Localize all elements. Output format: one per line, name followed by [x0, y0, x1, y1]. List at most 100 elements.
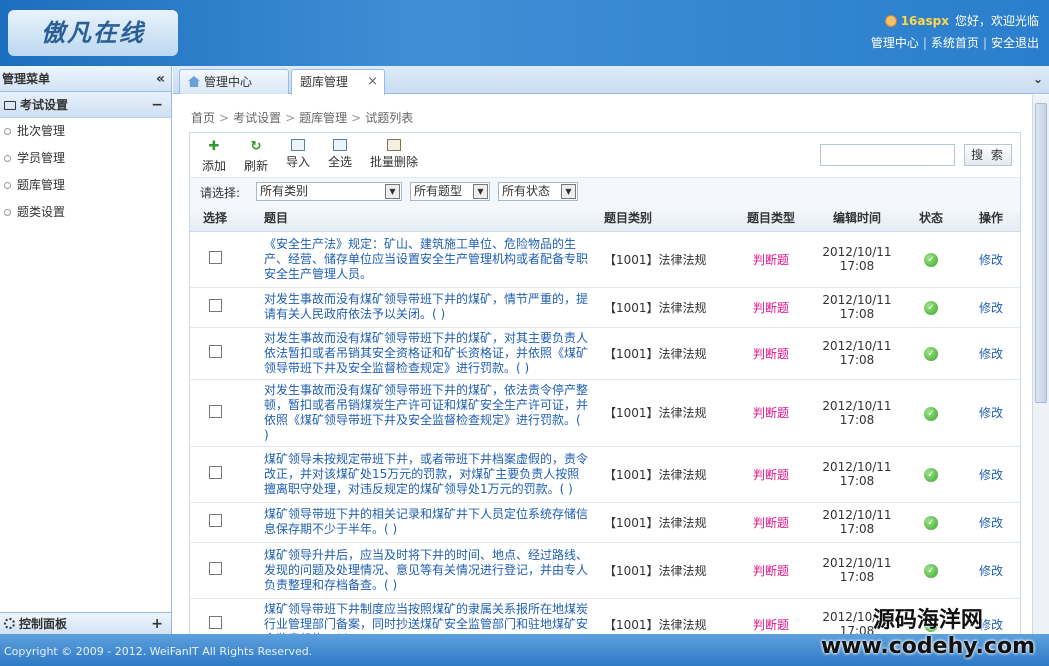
close-tab-icon[interactable]: ×	[367, 70, 378, 94]
question-category: 【1001】法律法规	[598, 598, 728, 634]
tab-admin-center[interactable]: 管理中心	[179, 69, 289, 94]
status-select[interactable]: 所有状态 ▼	[498, 182, 578, 201]
row-checkbox[interactable]	[208, 404, 222, 418]
breadcrumb-home[interactable]: 首页	[191, 111, 215, 125]
edit-date: 2012/10/11	[822, 245, 892, 259]
sidebar-item-students[interactable]: 学员管理	[0, 145, 171, 172]
control-panel-label: 控制面板	[19, 617, 68, 631]
question-title[interactable]: 《安全生产法》规定：矿山、建筑施工单位、危险物品的生产、经营、储存单位应当设置安…	[240, 231, 598, 288]
col-header-type[interactable]: 题目类型	[728, 205, 814, 232]
batch-delete-button[interactable]: 批量删除	[370, 139, 418, 170]
expand-icon[interactable]: +	[151, 613, 163, 635]
link-system-home[interactable]: 系统首页	[931, 36, 979, 50]
scrollbar-thumb[interactable]	[1035, 103, 1047, 403]
link-logout[interactable]: 安全退出	[991, 36, 1039, 50]
question-category: 【1001】法律法规	[598, 327, 728, 380]
status-ok-icon[interactable]: ✓	[924, 468, 938, 482]
col-header-time[interactable]: 编辑时间	[814, 205, 900, 232]
row-checkbox[interactable]	[208, 514, 222, 527]
row-checkbox[interactable]	[208, 562, 222, 575]
edit-link[interactable]: 修改	[962, 446, 1020, 503]
type-select-value: 所有题型	[414, 184, 463, 198]
delete-icon	[387, 139, 401, 151]
toolbar: ✚ 添加 ↻ 刷新 导入 全选 批量删除 搜 索	[190, 133, 1020, 177]
col-header-status[interactable]: 状态	[900, 205, 962, 232]
col-header-category[interactable]: 题目类别	[598, 205, 728, 232]
select-all-label: 全选	[328, 155, 353, 169]
link-admin-center[interactable]: 管理中心	[871, 36, 919, 50]
question-type: 判断题	[728, 287, 814, 328]
search-button[interactable]: 搜 索	[964, 144, 1012, 166]
breadcrumb-question-bank[interactable]: 题库管理	[299, 111, 347, 125]
sidebar-title: 管理菜单	[2, 72, 51, 86]
status-cell: ✓	[900, 379, 962, 447]
edit-link[interactable]: 修改	[962, 287, 1020, 328]
edit-link[interactable]: 修改	[962, 327, 1020, 380]
question-title[interactable]: 对发生事故而没有煤矿领导带班下井的煤矿，对其主要负责人依法暂扣或者吊销其安全资格…	[240, 327, 598, 380]
select-all-icon	[333, 139, 347, 151]
category-select[interactable]: 所有类别 ▼	[256, 182, 402, 201]
col-header-title[interactable]: 题目	[240, 205, 598, 232]
sidebar-control-panel[interactable]: 控制面板 +	[0, 612, 171, 634]
row-checkbox[interactable]	[208, 345, 222, 358]
sidebar-item-batch[interactable]: 批次管理	[0, 118, 171, 145]
status-cell: ✓	[900, 327, 962, 380]
row-checkbox[interactable]	[208, 616, 222, 629]
question-title[interactable]: 对发生事故而没有煤矿领导带班下井的煤矿，情节严重的，提请有关人民政府依法予以关闭…	[240, 287, 598, 328]
question-category: 【1001】法律法规	[598, 502, 728, 543]
select-all-button[interactable]: 全选	[328, 139, 352, 170]
filter-label: 请选择:	[200, 186, 241, 200]
sidebar-item-question-bank[interactable]: 题库管理	[0, 172, 171, 199]
question-title[interactable]: 煤矿领导带班下井的相关记录和煤矿井下人员定位系统存储信息保存期不少于半年。( )	[240, 502, 598, 543]
tab-scroll-down-icon[interactable]: ⌄	[1033, 72, 1043, 86]
question-title[interactable]: 对发生事故而没有煤矿领导带班下井的煤矿，依法责令停产整顿，暂扣或者吊销煤炭生产许…	[240, 379, 598, 447]
edit-link[interactable]: 修改	[962, 542, 1020, 599]
row-checkbox[interactable]	[208, 251, 222, 264]
status-ok-icon[interactable]: ✓	[924, 516, 938, 530]
row-select-cell	[190, 327, 240, 380]
question-type: 判断题	[728, 379, 814, 447]
search-input[interactable]	[820, 144, 955, 166]
edit-link[interactable]: 修改	[962, 379, 1020, 447]
top-header: 傲凡在线 16aspx 您好，欢迎光临 管理中心 | 系统首页 | 安全退出	[0, 0, 1049, 66]
refresh-label: 刷新	[244, 159, 269, 173]
sidebar-item-question-types[interactable]: 题类设置	[0, 199, 171, 226]
collapse-sidebar-icon[interactable]: «	[156, 66, 165, 92]
row-select-cell	[190, 379, 240, 447]
status-ok-icon[interactable]: ✓	[924, 564, 938, 578]
add-button[interactable]: ✚ 添加	[202, 139, 226, 174]
import-button[interactable]: 导入	[286, 139, 310, 170]
status-ok-icon[interactable]: ✓	[924, 347, 938, 361]
table-row: 《安全生产法》规定：矿山、建筑施工单位、危险物品的生产、经营、储存单位应当设置安…	[190, 231, 1020, 288]
question-title[interactable]: 煤矿领导带班下井制度应当按照煤矿的隶属关系报所在地煤炭行业管理部门备案，同时抄送…	[240, 598, 598, 634]
edit-clock: 17:08	[839, 570, 875, 584]
type-select[interactable]: 所有题型 ▼	[410, 182, 490, 201]
top-links: 管理中心 | 系统首页 | 安全退出	[871, 34, 1039, 51]
watermark-line1: 源码海洋网	[872, 608, 983, 633]
row-select-cell	[190, 287, 240, 328]
row-checkbox[interactable]	[208, 466, 222, 479]
collapse-group-icon[interactable]: −	[151, 92, 163, 118]
tab-question-bank[interactable]: 题库管理 ×	[291, 69, 385, 95]
table-row: 对发生事故而没有煤矿领导带班下井的煤矿，对其主要负责人依法暂扣或者吊销其安全资格…	[190, 327, 1020, 380]
status-cell: ✓	[900, 287, 962, 328]
question-title[interactable]: 煤矿领导未按规定带班下井，或者带班下井档案虚假的，责令改正，并对该煤矿处15万元…	[240, 446, 598, 503]
table-row: 煤矿领导带班下井的相关记录和煤矿井下人员定位系统存储信息保存期不少于半年。( )…	[190, 502, 1020, 543]
edit-link[interactable]: 修改	[962, 502, 1020, 543]
status-cell: ✓	[900, 231, 962, 288]
edit-time: 2012/10/11 17:08	[814, 446, 900, 503]
status-ok-icon[interactable]: ✓	[924, 253, 938, 267]
status-ok-icon[interactable]: ✓	[924, 406, 938, 421]
site-logo[interactable]: 傲凡在线	[8, 10, 178, 56]
vertical-scrollbar[interactable]	[1032, 95, 1049, 634]
row-checkbox[interactable]	[208, 299, 222, 312]
question-category: 【1001】法律法规	[598, 231, 728, 288]
bullet-icon	[4, 182, 11, 189]
question-category: 【1001】法律法规	[598, 379, 728, 447]
question-title[interactable]: 煤矿领导升井后，应当及时将下井的时间、地点、经过路线、发现的问题及处理情况、意见…	[240, 542, 598, 599]
sidebar-group-exam-settings[interactable]: 考试设置 −	[0, 92, 171, 118]
breadcrumb-exam-settings[interactable]: 考试设置	[233, 111, 281, 125]
refresh-button[interactable]: ↻ 刷新	[244, 139, 268, 174]
edit-link[interactable]: 修改	[962, 231, 1020, 288]
status-ok-icon[interactable]: ✓	[924, 301, 938, 315]
